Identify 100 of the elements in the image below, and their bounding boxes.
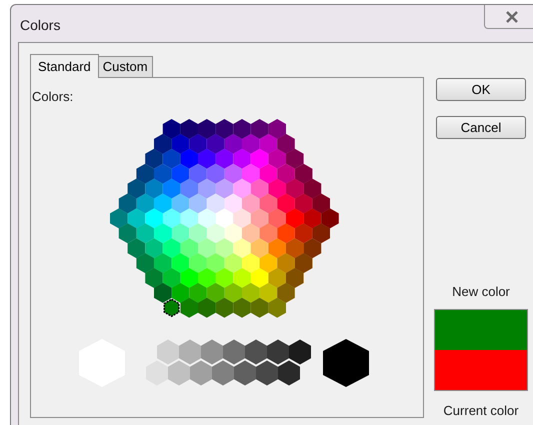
color-swatch[interactable] [312, 194, 330, 214]
color-swatch[interactable] [146, 360, 168, 386]
color-swatch[interactable] [180, 238, 198, 258]
color-swatch[interactable] [224, 164, 242, 184]
color-swatch[interactable] [260, 253, 278, 274]
color-swatch[interactable] [189, 134, 207, 154]
color-swatch[interactable] [136, 253, 154, 274]
color-swatch[interactable] [154, 134, 172, 154]
color-swatch[interactable] [180, 148, 198, 169]
color-swatch[interactable] [206, 223, 224, 244]
color-swatch[interactable] [224, 194, 242, 214]
color-swatch[interactable] [189, 223, 207, 244]
color-swatch[interactable] [216, 238, 234, 258]
dialog-button[interactable]: OK [436, 78, 526, 101]
color-swatch[interactable] [277, 282, 295, 303]
color-swatch[interactable] [110, 208, 128, 228]
color-swatch[interactable] [286, 238, 304, 258]
color-swatch[interactable] [128, 178, 146, 199]
color-swatch[interactable] [154, 253, 172, 274]
color-swatch[interactable] [164, 298, 180, 318]
color-swatch[interactable] [286, 148, 304, 169]
color-swatch[interactable] [216, 268, 234, 288]
color-swatch[interactable] [277, 134, 295, 154]
color-swatch[interactable] [145, 208, 163, 228]
color-swatch[interactable] [242, 282, 260, 303]
color-swatch[interactable] [242, 253, 260, 274]
color-swatch[interactable] [172, 282, 190, 303]
color-swatch[interactable] [145, 268, 163, 288]
color-swatch[interactable] [189, 164, 207, 184]
color-swatch[interactable] [260, 134, 278, 154]
color-swatch[interactable] [233, 119, 251, 139]
color-swatch[interactable] [201, 340, 223, 364]
color-swatch[interactable] [233, 178, 251, 199]
color-swatch[interactable] [154, 164, 172, 184]
color-swatch[interactable] [260, 223, 278, 244]
color-swatch[interactable] [289, 340, 311, 364]
color-swatch[interactable] [136, 164, 154, 184]
color-swatch[interactable] [234, 360, 256, 386]
color-swatch[interactable] [154, 194, 172, 214]
color-swatch[interactable] [189, 253, 207, 274]
color-swatch[interactable] [268, 178, 286, 199]
color-swatch[interactable] [268, 208, 286, 228]
color-swatch[interactable] [189, 282, 207, 303]
color-swatch[interactable] [216, 148, 234, 169]
color-swatch[interactable] [242, 164, 260, 184]
color-swatch[interactable] [206, 253, 224, 274]
color-swatch[interactable] [180, 178, 198, 199]
color-swatch[interactable] [250, 268, 268, 288]
color-swatch[interactable] [172, 134, 190, 154]
color-swatch[interactable] [198, 298, 216, 318]
color-swatch[interactable] [162, 238, 180, 258]
color-swatch[interactable] [216, 178, 234, 199]
color-swatch[interactable] [294, 223, 312, 244]
color-swatch[interactable] [180, 208, 198, 228]
color-swatch[interactable] [323, 339, 369, 387]
dialog-button[interactable]: Cancel [436, 116, 526, 139]
color-swatch[interactable] [304, 178, 322, 199]
color-swatch[interactable] [233, 148, 251, 169]
color-swatch[interactable] [233, 298, 251, 318]
color-swatch[interactable] [268, 119, 286, 139]
color-swatch[interactable] [250, 298, 268, 318]
color-swatch[interactable] [206, 194, 224, 214]
color-swatch[interactable] [277, 253, 295, 274]
color-swatch[interactable] [242, 134, 260, 154]
color-swatch[interactable] [277, 223, 295, 244]
color-swatch[interactable] [206, 134, 224, 154]
color-swatch[interactable] [198, 119, 216, 139]
color-swatch[interactable] [224, 134, 242, 154]
color-swatch[interactable] [216, 119, 234, 139]
color-swatch[interactable] [278, 360, 300, 386]
color-swatch[interactable] [268, 148, 286, 169]
color-swatch[interactable] [206, 282, 224, 303]
color-swatch[interactable] [224, 223, 242, 244]
color-swatch[interactable] [162, 178, 180, 199]
close-button[interactable] [484, 5, 533, 29]
color-swatch[interactable] [162, 148, 180, 169]
color-swatch[interactable] [250, 208, 268, 228]
color-swatch[interactable] [128, 238, 146, 258]
color-swatch[interactable] [180, 268, 198, 288]
color-swatch[interactable] [168, 360, 190, 386]
color-swatch[interactable] [145, 238, 163, 258]
color-swatch[interactable] [260, 194, 278, 214]
color-swatch[interactable] [294, 253, 312, 274]
color-swatch[interactable] [198, 238, 216, 258]
color-swatch[interactable] [260, 164, 278, 184]
color-swatch[interactable] [242, 223, 260, 244]
color-swatch[interactable] [180, 298, 198, 318]
color-swatch[interactable] [128, 208, 146, 228]
color-swatch[interactable] [268, 298, 286, 318]
color-swatch[interactable] [145, 148, 163, 169]
color-swatch[interactable] [118, 194, 136, 214]
color-swatch[interactable] [233, 238, 251, 258]
color-swatch[interactable] [198, 268, 216, 288]
color-swatch[interactable] [180, 119, 198, 139]
color-swatch[interactable] [250, 238, 268, 258]
color-swatch[interactable] [212, 360, 234, 386]
color-swatch[interactable] [250, 178, 268, 199]
color-swatch[interactable] [198, 208, 216, 228]
color-swatch[interactable] [179, 340, 201, 364]
tab[interactable]: Custom [98, 56, 153, 77]
